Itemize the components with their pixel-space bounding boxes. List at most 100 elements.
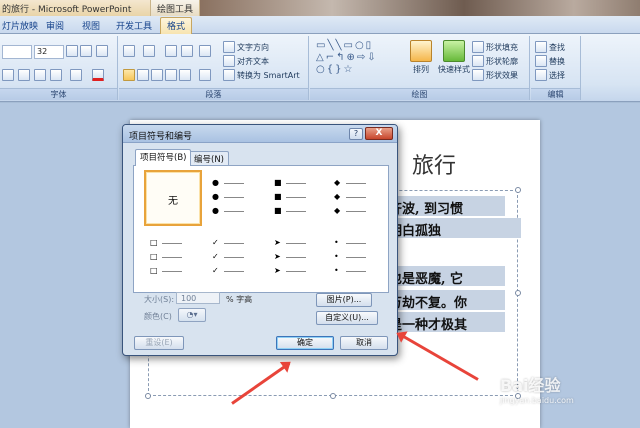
bullet-glyph: ✓ <box>212 266 258 276</box>
clear-format-button[interactable] <box>96 45 110 57</box>
font-size-combo[interactable]: 32 <box>34 45 64 59</box>
bullets-button[interactable] <box>123 45 137 57</box>
watermark-brand: Bai经验 <box>500 376 561 395</box>
bullet-style-diamond[interactable]: ◆ ◆ ◆ <box>328 170 386 226</box>
decrease-indent-button[interactable] <box>165 45 179 57</box>
picture-button[interactable]: 图片(P)... <box>316 293 372 307</box>
customize-button[interactable]: 自定义(U)... <box>316 311 378 325</box>
shape-fill-button[interactable]: 形状填充 <box>472 41 518 53</box>
font-color-icon <box>92 69 104 81</box>
tab-bullets[interactable]: 项目符号(B) <box>135 149 192 166</box>
underline-button[interactable] <box>2 69 16 81</box>
tab-review[interactable]: 审阅 <box>46 19 64 32</box>
align-text-icon <box>223 55 235 67</box>
bullet-glyph: • <box>334 252 380 262</box>
color-picker-button[interactable]: ◔▾ <box>178 308 206 322</box>
slide-text-line[interactable]: 也是恶魔, 它 <box>385 266 505 286</box>
bullet-style-filled-circle[interactable]: ● ● ● <box>206 170 264 226</box>
replace-button[interactable]: 替换 <box>535 55 565 67</box>
reset-button[interactable]: 重设(E) <box>134 336 184 350</box>
decrease-indent-icon <box>165 45 177 57</box>
size-spinner[interactable]: 100 <box>176 292 220 304</box>
size-unit-label: % 字高 <box>226 295 253 304</box>
shape-effects-button[interactable]: 形状效果 <box>472 69 518 81</box>
bullet-glyph: ● <box>212 192 258 202</box>
strikethrough-button[interactable] <box>34 69 48 81</box>
line-spacing-button[interactable] <box>199 45 213 57</box>
bullet-style-small-dot[interactable]: • • • <box>328 230 386 286</box>
align-center-button[interactable] <box>137 69 151 81</box>
bullet-style-arrowhead[interactable]: ➤ ➤ ➤ <box>268 230 326 286</box>
numbering-button[interactable] <box>143 45 157 57</box>
convert-smartart-label: 转换为 SmartArt <box>237 70 300 80</box>
convert-smartart-button[interactable]: 转换为 SmartArt <box>223 69 300 81</box>
bullet-style-gallery: 无 ● ● ● ■ ■ ■ ◆ ◆ ◆ □ □ □ ✓ ✓ ✓ ➤ ➤ ➤ • … <box>133 165 389 293</box>
tab-view[interactable]: 视图 <box>82 19 100 32</box>
tab-format[interactable]: 格式 <box>160 17 193 34</box>
strikethrough-icon <box>34 69 46 81</box>
bullet-glyph: ■ <box>274 206 320 216</box>
slide-title-text[interactable]: 旅行 <box>412 148 456 180</box>
change-case-button[interactable] <box>70 69 84 81</box>
select-button[interactable]: 选择 <box>535 69 565 81</box>
shape-fill-label: 形状填充 <box>486 42 518 52</box>
dialog-titlebar[interactable]: 项目符号和编号 ? X <box>123 125 397 143</box>
align-right-button[interactable] <box>151 69 165 81</box>
resize-handle-tr[interactable] <box>515 187 521 193</box>
close-button[interactable]: X <box>365 127 393 140</box>
tab-numbering[interactable]: 编号(N) <box>189 151 229 165</box>
cancel-button[interactable]: 取消 <box>340 336 388 350</box>
arrange-icon <box>410 40 432 62</box>
align-text-button[interactable]: 对齐文本 <box>223 55 269 67</box>
shrink-font-button[interactable] <box>80 45 94 57</box>
help-button[interactable]: ? <box>349 128 363 140</box>
distribute-button[interactable] <box>179 69 193 81</box>
bullet-style-none[interactable]: 无 <box>144 170 202 226</box>
resize-handle-right[interactable] <box>515 290 521 296</box>
slide-text-line[interactable]: 明白孤独 <box>385 218 521 238</box>
grow-font-button[interactable] <box>66 45 80 57</box>
font-name-combo[interactable] <box>2 45 32 59</box>
char-spacing-button[interactable] <box>50 69 64 81</box>
clear-format-icon <box>96 45 108 57</box>
bullet-style-checkmark[interactable]: ✓ ✓ ✓ <box>206 230 264 286</box>
justify-icon <box>165 69 177 81</box>
ribbon-tabs: 灯片放映 审阅 视图 开发工具 格式 <box>0 16 640 34</box>
watermark-url: jingyan.baidu.com <box>500 396 574 405</box>
shapes-gallery[interactable]: ▭╲╲▭○▯ △⌐↰⊕⇨⇩ ○{}☆ <box>316 40 406 76</box>
shape-outline-button[interactable]: 形状轮廓 <box>472 55 518 67</box>
align-right-icon <box>151 69 163 81</box>
justify-button[interactable] <box>165 69 179 81</box>
slide-text-line[interactable]: 万劫不复。你 <box>385 290 505 310</box>
bullet-glyph: ◆ <box>334 192 380 202</box>
align-left-button[interactable] <box>123 69 137 81</box>
font-color-button[interactable] <box>92 69 106 81</box>
shape-effects-label: 形状效果 <box>486 70 518 80</box>
find-button[interactable]: 查找 <box>535 41 565 53</box>
resize-handle-bottom[interactable] <box>330 393 336 399</box>
ok-button[interactable]: 确定 <box>276 336 334 350</box>
align-text-label: 对齐文本 <box>237 56 269 66</box>
quick-styles-button[interactable]: 快速样式 <box>438 40 470 75</box>
binoculars-icon <box>535 41 547 53</box>
replace-label: 替换 <box>549 56 565 66</box>
arrange-button[interactable]: 排列 <box>410 40 432 75</box>
bullet-glyph: ◆ <box>334 206 380 216</box>
tab-developer[interactable]: 开发工具 <box>116 19 152 32</box>
tab-slideshow[interactable]: 灯片放映 <box>2 19 38 32</box>
bullet-style-hollow-square[interactable]: □ □ □ <box>144 230 202 286</box>
bullet-glyph: ■ <box>274 178 320 188</box>
text-direction-button[interactable]: 文字方向 <box>223 41 269 53</box>
columns-button[interactable] <box>199 69 213 81</box>
bullet-style-filled-square[interactable]: ■ ■ ■ <box>268 170 326 226</box>
increase-indent-button[interactable] <box>181 45 195 57</box>
line-spacing-icon <box>199 45 211 57</box>
slide-text-line[interactable]: 齐波, 到习惯 <box>385 196 505 216</box>
drawing-tools-context-tab[interactable]: 绘图工具 <box>150 0 200 16</box>
drawing-group: ▭╲╲▭○▯ △⌐↰⊕⇨⇩ ○{}☆ 排列 快速样式 形状填充 形状轮廓 形状效果 … <box>310 36 530 100</box>
drawing-group-label: 绘图 <box>310 88 529 100</box>
resize-handle-bl[interactable] <box>145 393 151 399</box>
increase-indent-icon <box>181 45 193 57</box>
shadow-button[interactable] <box>18 69 32 81</box>
bullet-glyph: • <box>334 238 380 248</box>
